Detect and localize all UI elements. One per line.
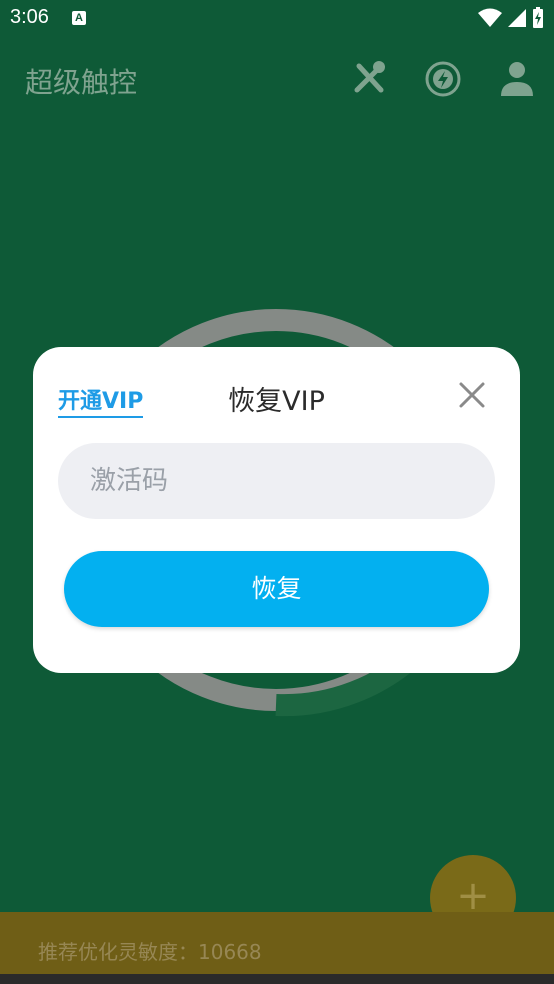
activation-code-input[interactable] bbox=[58, 443, 495, 519]
close-icon[interactable] bbox=[458, 381, 486, 409]
dialog-title: 恢复VIP bbox=[228, 386, 325, 417]
restore-vip-dialog: 开通VIP 恢复VIP 恢复 bbox=[33, 347, 520, 673]
restore-button[interactable]: 恢复 bbox=[64, 551, 489, 627]
